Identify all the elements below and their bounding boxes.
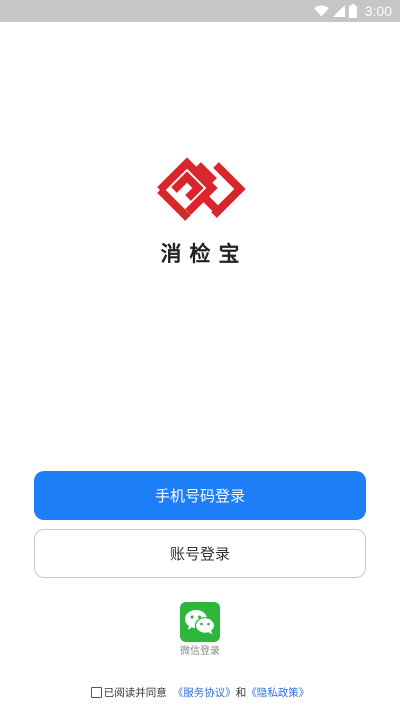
agreement-row: 已阅读并同意 《服务协议》 和 《隐私政策》 [0, 685, 400, 700]
status-bar: 3:00 [0, 0, 400, 22]
account-login-button[interactable]: 账号登录 [34, 529, 366, 578]
battery-icon [348, 4, 357, 18]
terms-of-service-link[interactable]: 《服务协议》 [173, 685, 236, 700]
wechat-login-label: 微信登录 [180, 646, 220, 657]
status-icons: 3:00 [314, 0, 392, 22]
phone-login-button[interactable]: 手机号码登录 [34, 471, 366, 520]
app-logo-icon [157, 157, 246, 221]
app-name: 消检宝 [160, 242, 248, 266]
wechat-login-button[interactable] [180, 602, 220, 642]
app-logo [150, 150, 250, 230]
wifi-icon [314, 5, 329, 17]
cellular-signal-icon [332, 5, 345, 17]
agreement-joiner: 和 [235, 687, 247, 699]
privacy-policy-link[interactable]: 《隐私政策》 [246, 685, 309, 700]
status-time: 3:00 [364, 3, 392, 19]
wechat-icon [185, 610, 216, 635]
agreement-prefix: 已阅读并同意 [103, 687, 167, 699]
agreement-checkbox[interactable] [90, 687, 102, 698]
